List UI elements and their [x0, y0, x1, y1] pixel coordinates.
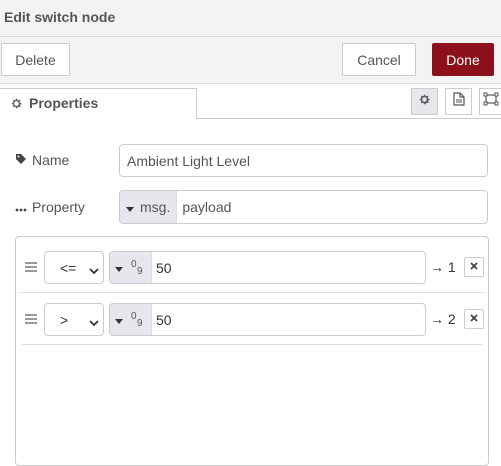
dialog-title: Edit switch node [4, 9, 116, 25]
rules-list: <= 09 50 → 1 > 0 9 50 → 2 [15, 236, 489, 466]
node-description-tab-button[interactable] [445, 88, 472, 115]
name-label-text: Name [32, 152, 70, 168]
file-icon [452, 92, 465, 111]
caret-down-icon [115, 259, 123, 277]
rule-row: > 09 50 → 2 [21, 293, 484, 345]
property-type-label: msg. [140, 199, 171, 215]
rule-value-input[interactable]: 09 50 [109, 303, 426, 336]
operator-value: > [60, 312, 69, 328]
operator-value: <= [60, 260, 77, 276]
gear-icon [10, 97, 23, 110]
close-icon [470, 313, 478, 325]
property-type-select[interactable]: msg. [120, 191, 178, 223]
property-label-text: Property [32, 199, 85, 215]
property-label: Property [15, 199, 85, 215]
drag-handle-icon[interactable] [25, 262, 37, 272]
operator-select[interactable]: <= [44, 251, 104, 284]
frame-icon [483, 92, 499, 111]
tag-icon [15, 152, 27, 168]
gear-icon [418, 93, 431, 111]
dialog-header: Edit switch node [0, 0, 501, 37]
name-input[interactable] [119, 144, 488, 177]
property-value[interactable]: payload [177, 191, 231, 223]
node-appearance-tab-button[interactable] [479, 88, 501, 115]
value-type-select[interactable]: 09 [110, 252, 152, 283]
tab-properties[interactable]: Properties [0, 88, 197, 119]
number-type-icon: 09 [131, 258, 143, 277]
rule-value[interactable]: 50 [152, 252, 172, 283]
remove-rule-button[interactable] [464, 309, 484, 329]
done-button[interactable]: Done [432, 43, 494, 76]
ellipsis-icon [15, 199, 27, 215]
drag-handle-icon[interactable] [25, 314, 37, 324]
rule-row: <= 09 50 → 1 [21, 241, 484, 293]
remove-rule-button[interactable] [464, 257, 484, 277]
delete-button[interactable]: Delete [1, 43, 70, 76]
value-type-select[interactable]: 09 [110, 304, 152, 335]
dialog-toolbar: Delete Cancel Done [0, 37, 501, 84]
output-label: → 2 [430, 311, 456, 327]
rule-value-input[interactable]: 09 50 [109, 251, 426, 284]
caret-down-icon [126, 199, 134, 215]
caret-down-icon [115, 311, 123, 329]
rule-value[interactable]: 50 [152, 304, 172, 335]
property-typed-input[interactable]: msg. payload [119, 190, 488, 224]
chevron-down-icon [89, 314, 99, 330]
tab-divider [197, 118, 501, 119]
cancel-button[interactable]: Cancel [342, 43, 416, 76]
output-label: → 1 [430, 259, 456, 275]
operator-select[interactable]: > [44, 303, 104, 336]
number-type-icon: 09 [131, 310, 143, 329]
name-label: Name [15, 152, 69, 168]
close-icon [470, 261, 478, 273]
node-properties-tab-button[interactable] [411, 88, 438, 115]
chevron-down-icon [89, 262, 99, 278]
tab-properties-label: Properties [29, 95, 99, 111]
